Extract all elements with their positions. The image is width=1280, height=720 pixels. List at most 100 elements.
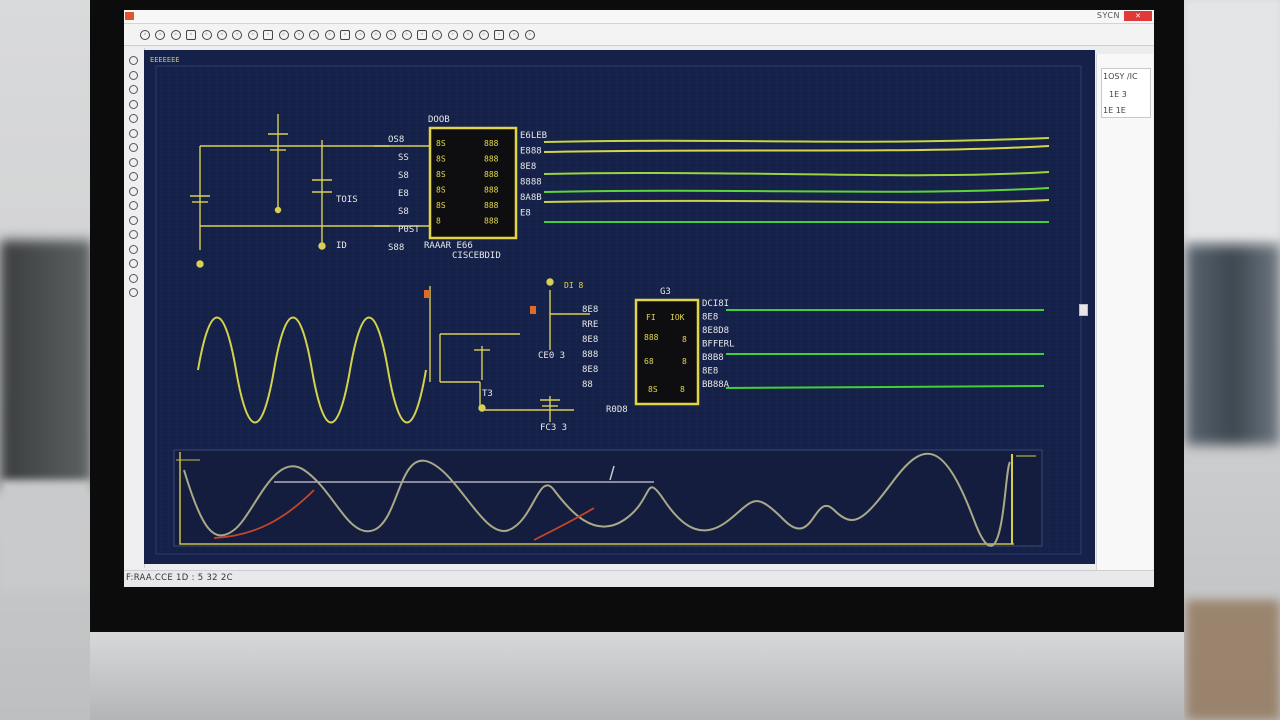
ic1-inner-left-label: 8S (436, 170, 446, 179)
ic1-right-pin-label: E8 (520, 209, 531, 219)
ic1-left-pin-label: E8 (398, 189, 409, 199)
toolbar-tool-icon[interactable]: ◦ (478, 29, 489, 40)
palette-tool-icon[interactable] (129, 85, 138, 94)
ic1-inner-left-label: 8S (436, 139, 446, 148)
palette-tool-icon[interactable] (129, 56, 138, 65)
label-id: ID (336, 241, 347, 251)
ic2-left-pin-label: 8E8 (582, 365, 598, 375)
ic2-right-pin-label: B8B8 (702, 353, 724, 363)
toolbar-tool-icon[interactable]: ◦ (370, 29, 381, 40)
ic1-inner-right-label: 888 (484, 155, 499, 164)
toolbar-tool-icon[interactable]: ◦ (340, 29, 351, 40)
toolbar-tool-icon[interactable]: ◦ (355, 29, 366, 40)
toolbar-tool-icon[interactable]: ◦ (401, 29, 412, 40)
toolbar-tool-icon[interactable]: ◦ (216, 29, 227, 40)
ic1-inner-left-label: 8S (436, 155, 446, 164)
ic1-left-pin-label: S8 (398, 207, 409, 217)
ic1-inner-right-label: 888 (484, 201, 499, 210)
palette-tool-icon[interactable] (129, 157, 138, 167)
palette-tool-icon[interactable] (129, 172, 138, 181)
background-wall (1186, 0, 1280, 240)
properties-panel: 1OSY /IC 1E 3 1E 1E (1079, 54, 1153, 570)
ic2-pin-8c: 8 (680, 385, 685, 394)
label-t3: T3 (482, 389, 493, 399)
ic2-left-pin-label: 8E8 (582, 335, 598, 345)
toolbar-tool-icon[interactable]: ◦ (293, 29, 304, 40)
ic2-title: G3 (660, 287, 671, 297)
ic2-pin-iok: IOK (670, 313, 685, 322)
ic2-right-pin-label: 8E8 (702, 367, 718, 377)
ic1-inner-left-label: 8S (436, 201, 446, 210)
toolbar-tool-icon[interactable]: ◦ (417, 29, 428, 40)
toolbar-tool-icon[interactable]: ◦ (432, 29, 443, 40)
ic2-right-pin-label: 8E8D8 (702, 326, 729, 336)
ic2-right-pin-label: BB88A (702, 380, 730, 390)
toolbar-tool-icon[interactable]: ◦ (463, 29, 474, 40)
toolbar-tool-icon[interactable]: ◦ (186, 29, 197, 40)
toolbar-tool-icon[interactable]: ◦ (232, 29, 243, 40)
label-fc3: FC3 3 (540, 423, 567, 433)
palette-tool-icon[interactable] (129, 128, 138, 138)
ic1-inner-right-label: 888 (484, 217, 499, 226)
toolbar: ◦ ◦ ◦ ◦ ◦ ◦ ◦ ◦ ◦ ◦ ◦ ◦ ◦ ◦ ◦ ◦ ◦ ◦ ◦ ◦ ◦ ◦ ◦ ◦ ◦ ◦ (124, 24, 1154, 46)
toolbar-tool-icon[interactable]: ◦ (309, 29, 320, 40)
ic1-right-pin-label: 8A8B (520, 193, 542, 203)
ic1-right-pin-label: 8888 (520, 178, 542, 188)
status-bar: F:RAA.CCE 1D : 5 32 2C (124, 570, 1154, 587)
ic2-pin-68: 68 (644, 357, 654, 366)
schematic-drawing: EEEEEEE TOIS ID S88 DOOB RAAAR E66 CISCE… (144, 50, 1095, 564)
background-shelf-left (0, 240, 92, 490)
palette-tool-icon[interactable] (129, 99, 138, 109)
palette-tool-icon[interactable] (129, 143, 138, 152)
palette-tool-icon[interactable] (129, 288, 138, 297)
toolbar-tool-icon[interactable]: ◦ (201, 29, 212, 40)
schematic-canvas[interactable]: EEEEEEE TOIS ID S88 DOOB RAAAR E66 CISCE… (144, 50, 1095, 564)
scope-display (173, 449, 1043, 547)
ic1-left-pin-label: S8 (398, 171, 409, 181)
scroll-handle[interactable] (1079, 304, 1088, 316)
palette-tool-icon[interactable] (129, 201, 138, 210)
toolbar-tool-icon[interactable]: ◦ (170, 29, 181, 40)
palette-tool-icon[interactable] (129, 215, 138, 225)
toolbar-tool-icon[interactable]: ◦ (509, 29, 520, 40)
toolbar-tool-icon[interactable]: ◦ (524, 29, 535, 40)
window-title: SYCN (1096, 11, 1120, 20)
palette-tool-icon[interactable] (129, 259, 138, 268)
ic2-right-pin-label: BFFERL (702, 340, 735, 350)
ic1-left-pin-label: OS8 (388, 135, 404, 145)
ic1-bottom-label: RAAAR E66 (424, 241, 473, 251)
canvas-tab-label: EEEEEEE (150, 56, 180, 64)
ic2-pin-8s: 8S (648, 385, 658, 394)
toolbar-tool-icon[interactable]: ◦ (263, 29, 274, 40)
toolbar-tool-icon[interactable]: ◦ (247, 29, 258, 40)
marker-orange (424, 290, 430, 298)
ic1-inner-right-label: 888 (484, 186, 499, 195)
palette-tool-icon[interactable] (129, 186, 138, 196)
palette-tool-icon[interactable] (129, 244, 138, 254)
monitor-stand (90, 632, 1184, 720)
ic2-left-pin-label: RRE (582, 320, 598, 330)
ic1-left-pin-label: P0ST (398, 225, 420, 235)
status-coordinates: F:RAA.CCE 1D : 5 32 2C (126, 573, 233, 583)
palette-tool-icon[interactable] (129, 114, 138, 123)
ic1-bottom-label-2: CISCEBDID (452, 251, 501, 261)
ic1-left-pin-label: SS (398, 153, 409, 163)
toolbar-tool-icon[interactable]: ◦ (493, 29, 504, 40)
background-shelf-right (1186, 245, 1280, 445)
ic2-bottom-label: R0D8 (606, 405, 628, 415)
toolbar-tool-icon[interactable]: ◦ (447, 29, 458, 40)
ic2-pin-888: 888 (644, 333, 659, 342)
ic1-right-pin-label: E6LEB (520, 131, 547, 141)
palette-tool-icon[interactable] (129, 230, 138, 239)
toolbar-tool-icon[interactable]: ◦ (140, 29, 150, 40)
palette-tool-icon[interactable] (129, 70, 138, 80)
ic2-left-pin-label: 88 (582, 380, 593, 390)
prop-line-1: 1OSY /IC (1103, 72, 1138, 81)
close-button[interactable]: ✕ (1124, 11, 1152, 21)
label-tois: TOIS (336, 195, 358, 205)
palette-tool-icon[interactable] (129, 273, 138, 283)
toolbar-tool-icon[interactable]: ◦ (155, 29, 166, 40)
toolbar-tool-icon[interactable]: ◦ (324, 29, 335, 40)
toolbar-tool-icon[interactable]: ◦ (278, 29, 289, 40)
toolbar-tool-icon[interactable]: ◦ (386, 29, 397, 40)
